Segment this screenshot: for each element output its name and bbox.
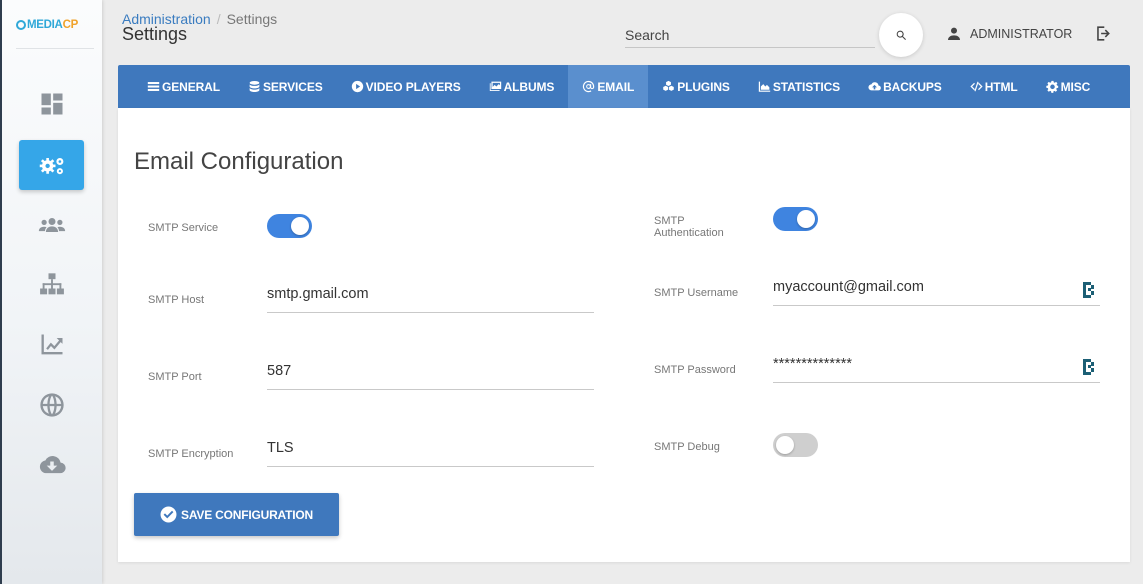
toggle-knob <box>797 210 815 228</box>
settings-tabs: GENERAL SERVICES VIDEO PLAYERS ALBUMS EM… <box>118 65 1130 108</box>
logo-divider <box>16 48 94 49</box>
play-circle-icon <box>351 80 363 93</box>
sidebar-item-domains[interactable] <box>19 380 84 430</box>
tab-services[interactable]: SERVICES <box>234 65 337 108</box>
smtp-service-label: SMTP Service <box>148 222 219 234</box>
sidebar-item-downloads[interactable] <box>19 440 84 490</box>
smtp-username-input[interactable] <box>773 272 1100 302</box>
logout-icon <box>1097 26 1110 41</box>
smtp-authentication-toggle[interactable] <box>773 207 818 231</box>
search-icon <box>896 30 906 40</box>
sidebar-item-users[interactable] <box>19 200 84 250</box>
smtp-encryption-label: SMTP Encryption <box>148 448 234 460</box>
area-chart-icon <box>758 81 771 92</box>
password-manager-icon[interactable] <box>1083 359 1095 375</box>
cubes-icon <box>663 80 674 91</box>
chart-line-icon <box>41 334 62 355</box>
tab-misc[interactable]: MISC <box>1032 65 1105 108</box>
search-input[interactable] <box>625 24 875 46</box>
cloud-upload-icon <box>868 82 881 91</box>
sidebar-item-sitemap[interactable] <box>19 260 84 310</box>
search-field <box>625 24 875 48</box>
sitemap-icon <box>39 273 64 295</box>
password-manager-icon[interactable] <box>1083 282 1095 298</box>
smtp-host-label: SMTP Host <box>148 294 205 306</box>
user-menu[interactable]: ADMINISTRATOR <box>946 26 1072 42</box>
dashboard-icon <box>41 93 62 115</box>
cog-icon <box>1045 80 1058 93</box>
toggle-knob <box>291 217 309 235</box>
images-icon <box>489 81 501 91</box>
cloud-download-icon <box>39 456 66 474</box>
smtp-host-input[interactable] <box>267 279 594 309</box>
smtp-port-label: SMTP Port <box>148 371 202 383</box>
tab-video-players[interactable]: VIDEO PLAYERS <box>337 65 475 108</box>
smtp-debug-toggle[interactable] <box>773 433 818 457</box>
sidebar-item-settings[interactable] <box>19 140 84 190</box>
bars-icon <box>147 82 160 91</box>
smtp-authentication-label: SMTP Authentication <box>654 215 724 239</box>
smtp-host-field <box>267 279 594 313</box>
page-title: Settings <box>122 24 188 44</box>
search-button[interactable] <box>879 13 923 57</box>
at-icon <box>583 80 595 93</box>
smtp-port-input[interactable] <box>267 356 594 386</box>
smtp-password-input[interactable] <box>773 349 1100 379</box>
smtp-port-field <box>267 356 594 390</box>
smtp-encryption-select[interactable] <box>267 433 594 463</box>
tab-plugins[interactable]: PLUGINS <box>648 65 744 108</box>
database-icon <box>249 80 260 93</box>
smtp-username-label: SMTP Username <box>654 287 739 299</box>
logout-button[interactable] <box>1094 24 1114 44</box>
tab-statistics[interactable]: STATISTICS <box>744 65 854 108</box>
tab-albums[interactable]: ALBUMS <box>475 65 569 108</box>
tab-html[interactable]: HTML <box>956 65 1032 108</box>
breadcrumb-separator: / <box>216 11 221 27</box>
gears-icon <box>39 158 63 175</box>
smtp-service-toggle[interactable] <box>267 214 312 238</box>
code-icon <box>970 81 983 92</box>
logo-mark-icon <box>16 20 26 30</box>
smtp-password-field <box>773 349 1100 383</box>
save-configuration-button[interactable]: SAVE CONFIGURATION <box>134 493 339 536</box>
section-title: Email Configuration <box>134 148 344 175</box>
mediacp-logo[interactable]: MEDIA CP <box>16 15 92 35</box>
smtp-encryption-field <box>267 433 594 467</box>
tab-backups[interactable]: BACKUPS <box>854 65 956 108</box>
smtp-username-field <box>773 272 1100 306</box>
users-icon <box>38 218 65 232</box>
check-circle-icon <box>160 506 177 523</box>
user-icon <box>948 27 960 40</box>
smtp-password-label: SMTP Password <box>654 364 736 376</box>
sidebar: MEDIA CP <box>0 0 102 584</box>
globe-icon <box>39 393 64 417</box>
sidebar-item-statistics[interactable] <box>19 320 84 370</box>
toggle-knob <box>776 436 794 454</box>
sidebar-item-dashboard[interactable] <box>19 79 84 129</box>
smtp-debug-label: SMTP Debug <box>654 441 720 453</box>
breadcrumb-settings: Settings <box>226 11 278 27</box>
tab-email[interactable]: EMAIL <box>568 65 649 108</box>
tab-general[interactable]: GENERAL <box>138 65 234 108</box>
user-name: ADMINISTRATOR <box>970 27 1073 41</box>
